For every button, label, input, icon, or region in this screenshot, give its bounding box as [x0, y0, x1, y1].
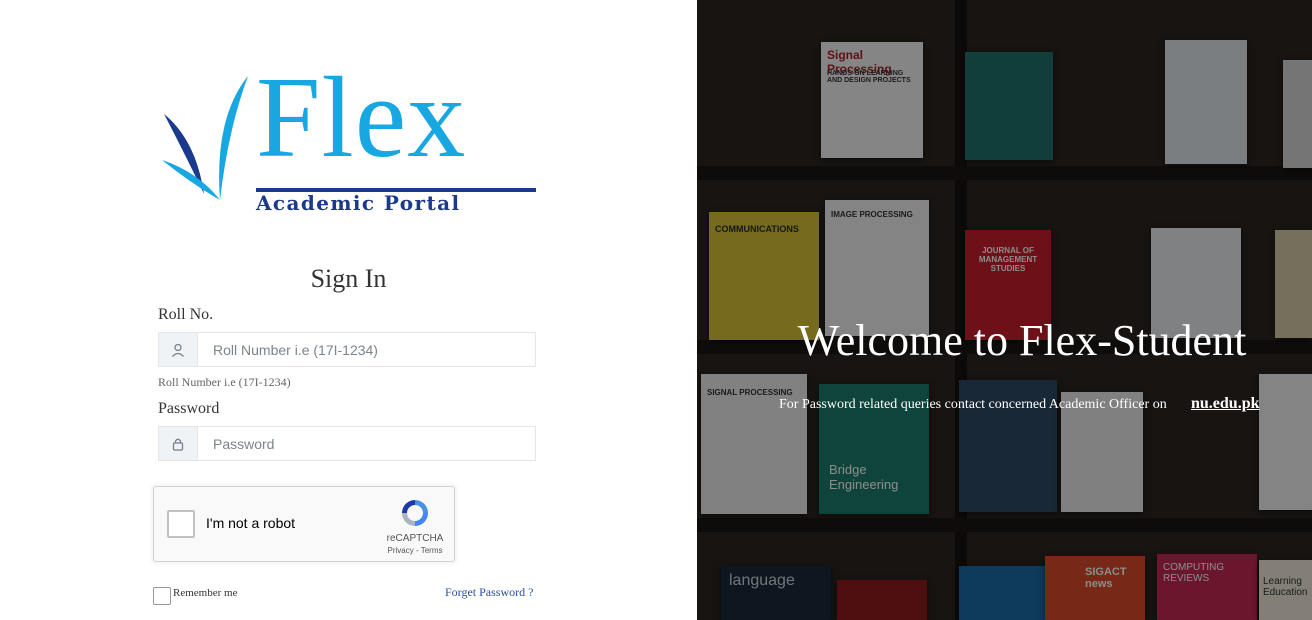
dark-overlay — [697, 0, 1312, 620]
logo-swoosh-icon — [162, 76, 248, 200]
remember-me-checkbox[interactable] — [153, 587, 171, 605]
recaptcha-widget: I'm not a robot reCAPTCHA Privacy - Term… — [153, 486, 455, 562]
lock-icon — [159, 427, 198, 460]
welcome-banner: Signal Processing HANDS-ON LEARNING AND … — [697, 0, 1312, 620]
roll-help-text: Roll Number i.e (17I-1234) — [158, 375, 291, 389]
password-note: For Password related queries contact con… — [779, 397, 1167, 412]
forget-password-link[interactable]: Forget Password ? — [445, 585, 533, 600]
recaptcha-brand: reCAPTCHA — [386, 533, 444, 544]
recaptcha-checkbox[interactable] — [167, 510, 195, 538]
roll-label: Roll No. — [158, 306, 214, 323]
roll-input-group — [158, 332, 543, 367]
logo-subtitle: Academic Portal — [256, 191, 461, 215]
welcome-heading: Welcome to Flex-Student — [797, 316, 1247, 365]
flex-logo: Flex Academic Portal — [158, 58, 542, 218]
recaptcha-links[interactable]: Privacy - Terms — [376, 546, 454, 555]
recaptcha-icon — [402, 500, 428, 526]
logo-wordmark: Flex — [256, 54, 467, 182]
password-input-group — [158, 426, 543, 461]
login-panel: Flex Academic Portal Sign In Roll No. Ro… — [0, 0, 697, 620]
nu-edu-link[interactable]: nu.edu.pk — [1191, 395, 1260, 413]
recaptcha-label: I'm not a robot — [206, 515, 296, 531]
remember-me-label: Remember me — [173, 587, 238, 599]
roll-number-input[interactable] — [198, 333, 543, 366]
password-input[interactable] — [198, 427, 543, 460]
user-icon — [159, 333, 198, 366]
page-title: Sign In — [310, 264, 387, 293]
password-label: Password — [158, 400, 220, 417]
